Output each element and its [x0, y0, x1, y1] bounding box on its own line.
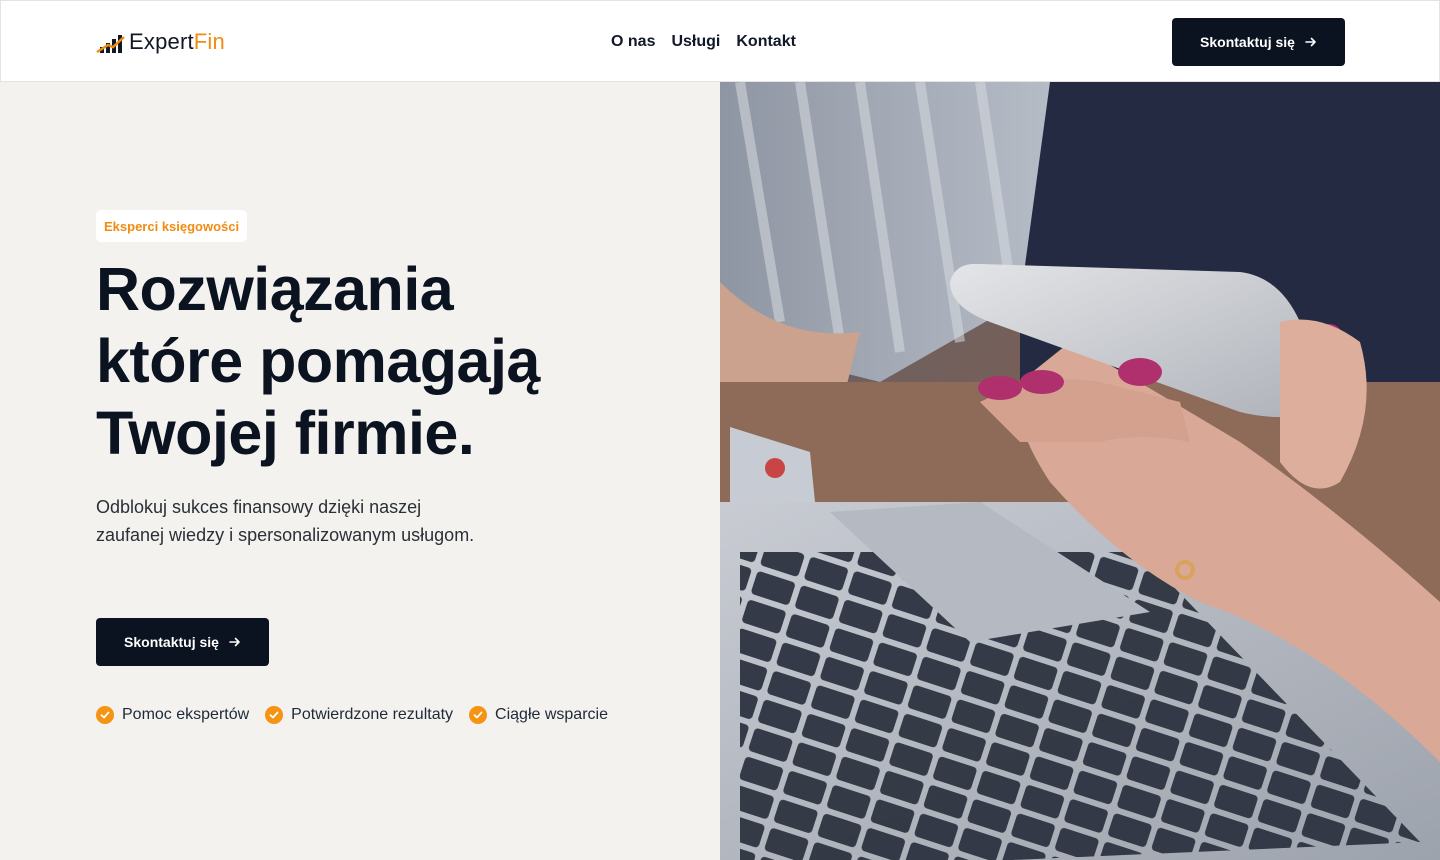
- site-header: ExpertFin O nas Usługi Kontakt Skontaktu…: [0, 0, 1440, 82]
- brand-logo[interactable]: ExpertFin: [96, 25, 225, 55]
- feature-label: Potwierdzone rezultaty: [291, 706, 454, 723]
- arrow-right-icon: [229, 637, 240, 647]
- headline-line-1: Rozwiązania: [96, 255, 454, 323]
- feature-label: Ciągłe wsparcie: [495, 706, 608, 723]
- headline-line-2: które pomagają: [96, 327, 540, 395]
- logo-chart-icon: [96, 35, 125, 54]
- hero-photo: [720, 82, 1440, 860]
- nav-item-about[interactable]: O nas: [611, 31, 655, 53]
- hands-with-phone-and-laptop-photo: [720, 82, 1440, 860]
- hero-badge: Eksperci księgowości: [96, 210, 248, 242]
- hero-headline: Rozwiązania które pomagają Twojej firmie…: [96, 253, 656, 469]
- check-circle-icon: [96, 706, 114, 724]
- nav-item-services[interactable]: Usługi: [671, 31, 720, 53]
- feature-item: Ciągłe wsparcie: [469, 706, 608, 724]
- check-circle-icon: [265, 706, 284, 724]
- feature-item: Pomoc ekspertów: [96, 706, 249, 724]
- hero-contact-label: Skontaktuj się: [124, 634, 219, 650]
- feature-item: Potwierdzone rezultaty: [265, 706, 453, 724]
- arrow-right-icon: [1305, 37, 1316, 47]
- header-contact-button[interactable]: Skontaktuj się: [1172, 18, 1345, 66]
- hero-contact-button[interactable]: Skontaktuj się: [96, 618, 269, 666]
- header-contact-label: Skontaktuj się: [1200, 34, 1295, 50]
- main-nav: O nas Usługi Kontakt: [611, 31, 796, 53]
- hero-features: Pomoc ekspertów Potwierdzone rezultaty C…: [96, 706, 608, 724]
- headline-line-3: Twojej firmie.: [96, 399, 475, 467]
- feature-label: Pomoc ekspertów: [122, 706, 250, 723]
- nav-item-contact[interactable]: Kontakt: [736, 31, 796, 53]
- brand-name: ExpertFin: [129, 29, 225, 55]
- hero-subtext: Odblokuj sukces finansowy dzięki naszej …: [96, 497, 475, 545]
- brand-name-accent: Fin: [193, 29, 225, 54]
- brand-name-primary: Expert: [129, 29, 194, 54]
- check-circle-icon: [469, 706, 488, 724]
